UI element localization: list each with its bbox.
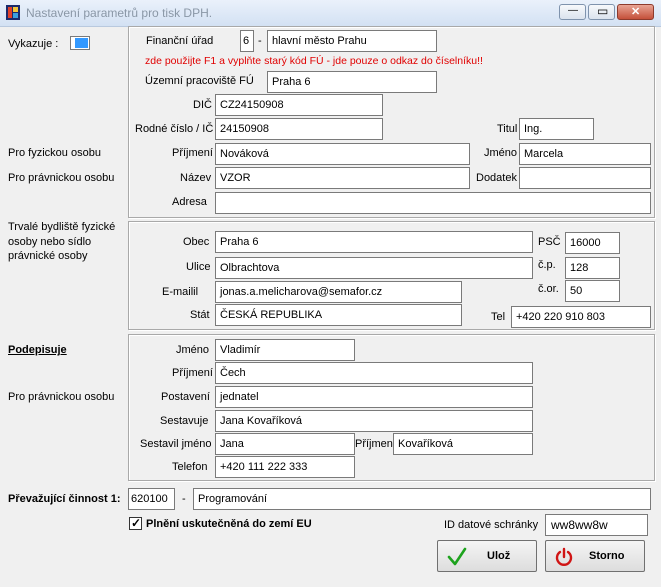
stat-input[interactable]: ČESKÁ REPUBLIKA [215,304,462,326]
tel-input[interactable]: +420 220 910 803 [511,306,651,328]
vykazuje-selector-fill [75,38,88,48]
bydliste-label-3: právnické osoby [8,250,88,262]
telefon-input[interactable]: +420 111 222 333 [215,456,355,478]
cor-label: č.or. [538,283,559,295]
postaveni-input[interactable]: jednatel [215,386,533,408]
cinnost-code-input[interactable]: 620100 [128,488,175,510]
datova-schranka-label: ID datové schránky [444,519,539,531]
tel-label: Tel [491,311,506,323]
minimize-icon: — [568,5,578,16]
psc-input[interactable]: 16000 [565,232,620,254]
adresa-label: Adresa [172,196,207,208]
titul-input[interactable]: Ing. [519,118,594,140]
financni-urad-name-input[interactable]: hlavní město Prahu [267,30,437,52]
financni-urad-label: Finanční úřad [146,35,214,47]
cinnost-name-input[interactable]: Programování [193,488,651,510]
dodatek-input[interactable] [519,167,651,189]
signer-prijmeni-label: Příjmení [172,367,213,379]
dic-input[interactable]: CZ24150908 [215,94,383,116]
sestavil-prijmeni-label: Příjmení [355,438,396,450]
cancel-button-label: Storno [589,550,625,562]
sestavil-jmeno-label: Sestavil jméno [140,438,212,450]
pravnicka-osoba-label-2: Pro právnickou osobu [8,391,115,403]
nazev-input[interactable]: VZOR [215,167,470,189]
cinnost-dash: - [182,493,186,505]
cp-input[interactable]: 128 [565,257,620,279]
uzemni-pracoviste-label: Územní pracoviště FÚ [145,75,254,87]
sestavuje-input[interactable]: Jana Kovaříková [215,410,533,432]
ulice-input[interactable]: Olbrachtova [215,257,533,279]
rodne-cislo-input[interactable]: 24150908 [215,118,383,140]
financni-urad-code-input[interactable]: 6 [240,30,254,52]
maximize-button[interactable]: ▭ [588,4,615,20]
maximize-icon: ▭ [597,4,609,18]
postaveni-label: Postavení [161,391,210,403]
sestavil-prijmeni-input[interactable]: Kovaříková [393,433,533,455]
psc-label: PSČ [538,236,561,248]
rodne-cislo-label: Rodné číslo / IČ [135,123,214,135]
prevazujici-cinnost-label: Převažující činnost 1: [8,493,121,505]
check-icon [447,547,467,566]
telefon-label: Telefon [172,461,208,473]
checkmark-icon: ✓ [131,516,142,530]
window-title: Nastavení parametrů pro tisk DPH. [26,6,213,20]
jmeno-input[interactable]: Marcela [519,143,651,165]
jmeno-label: Jméno [484,147,518,159]
dodatek-label: Dodatek [476,172,517,184]
financni-urad-note: zde použijte F1 a vyplňte starý kód FÚ -… [145,55,483,67]
eu-checkbox[interactable]: ✓ [129,516,142,530]
signer-jmeno-input[interactable]: Vladimír [215,339,355,361]
minimize-button[interactable]: — [559,4,586,20]
ulice-label: Ulice [186,261,211,273]
pravnicka-osoba-label: Pro právnickou osobu [8,172,115,184]
sestavuje-label: Sestavuje [160,415,209,427]
adresa-input[interactable] [215,192,651,214]
signer-prijmeni-input[interactable]: Čech [215,362,533,384]
power-icon [555,547,573,566]
email-label: E-mailil [162,286,199,298]
cancel-button[interactable]: Storno [545,540,645,572]
close-button[interactable]: ✕ [617,4,654,20]
cor-input[interactable]: 50 [565,280,620,302]
bydliste-label-1: Trvalé bydliště fyzické [8,221,116,233]
signer-jmeno-label: Jméno [176,344,210,356]
email-input[interactable]: jonas.a.melicharova@semafor.cz [215,281,462,303]
fyzicka-osoba-label: Pro fyzickou osobu [8,147,101,159]
close-icon: ✕ [631,6,641,18]
prijmeni-input[interactable]: Nováková [215,143,470,165]
eu-checkbox-label: Plnění uskutečněná do zemí EU [146,518,312,530]
obec-input[interactable]: Praha 6 [215,231,533,253]
bydliste-label-2: osoby nebo sídlo [8,236,92,248]
uzemni-pracoviste-input[interactable]: Praha 6 [267,71,437,93]
nazev-label: Název [180,172,212,184]
sestavil-jmeno-input[interactable]: Jana [215,433,355,455]
prijmeni-label: Příjmení [172,147,213,159]
app-icon [6,5,20,20]
stat-label: Stát [190,309,210,321]
dic-label: DIČ [193,99,212,111]
podepisuje-label: Podepisuje [8,344,67,356]
titul-label: Titul [497,123,518,135]
vykazuje-label: Vykazuje : [8,38,59,50]
save-button[interactable]: Ulož [437,540,537,572]
datova-schranka-input[interactable]: ww8ww8w [545,514,648,536]
financni-urad-dash: - [258,35,262,47]
save-button-label: Ulož [487,550,511,562]
obec-label: Obec [183,236,210,248]
cp-label: č.p. [538,259,556,271]
